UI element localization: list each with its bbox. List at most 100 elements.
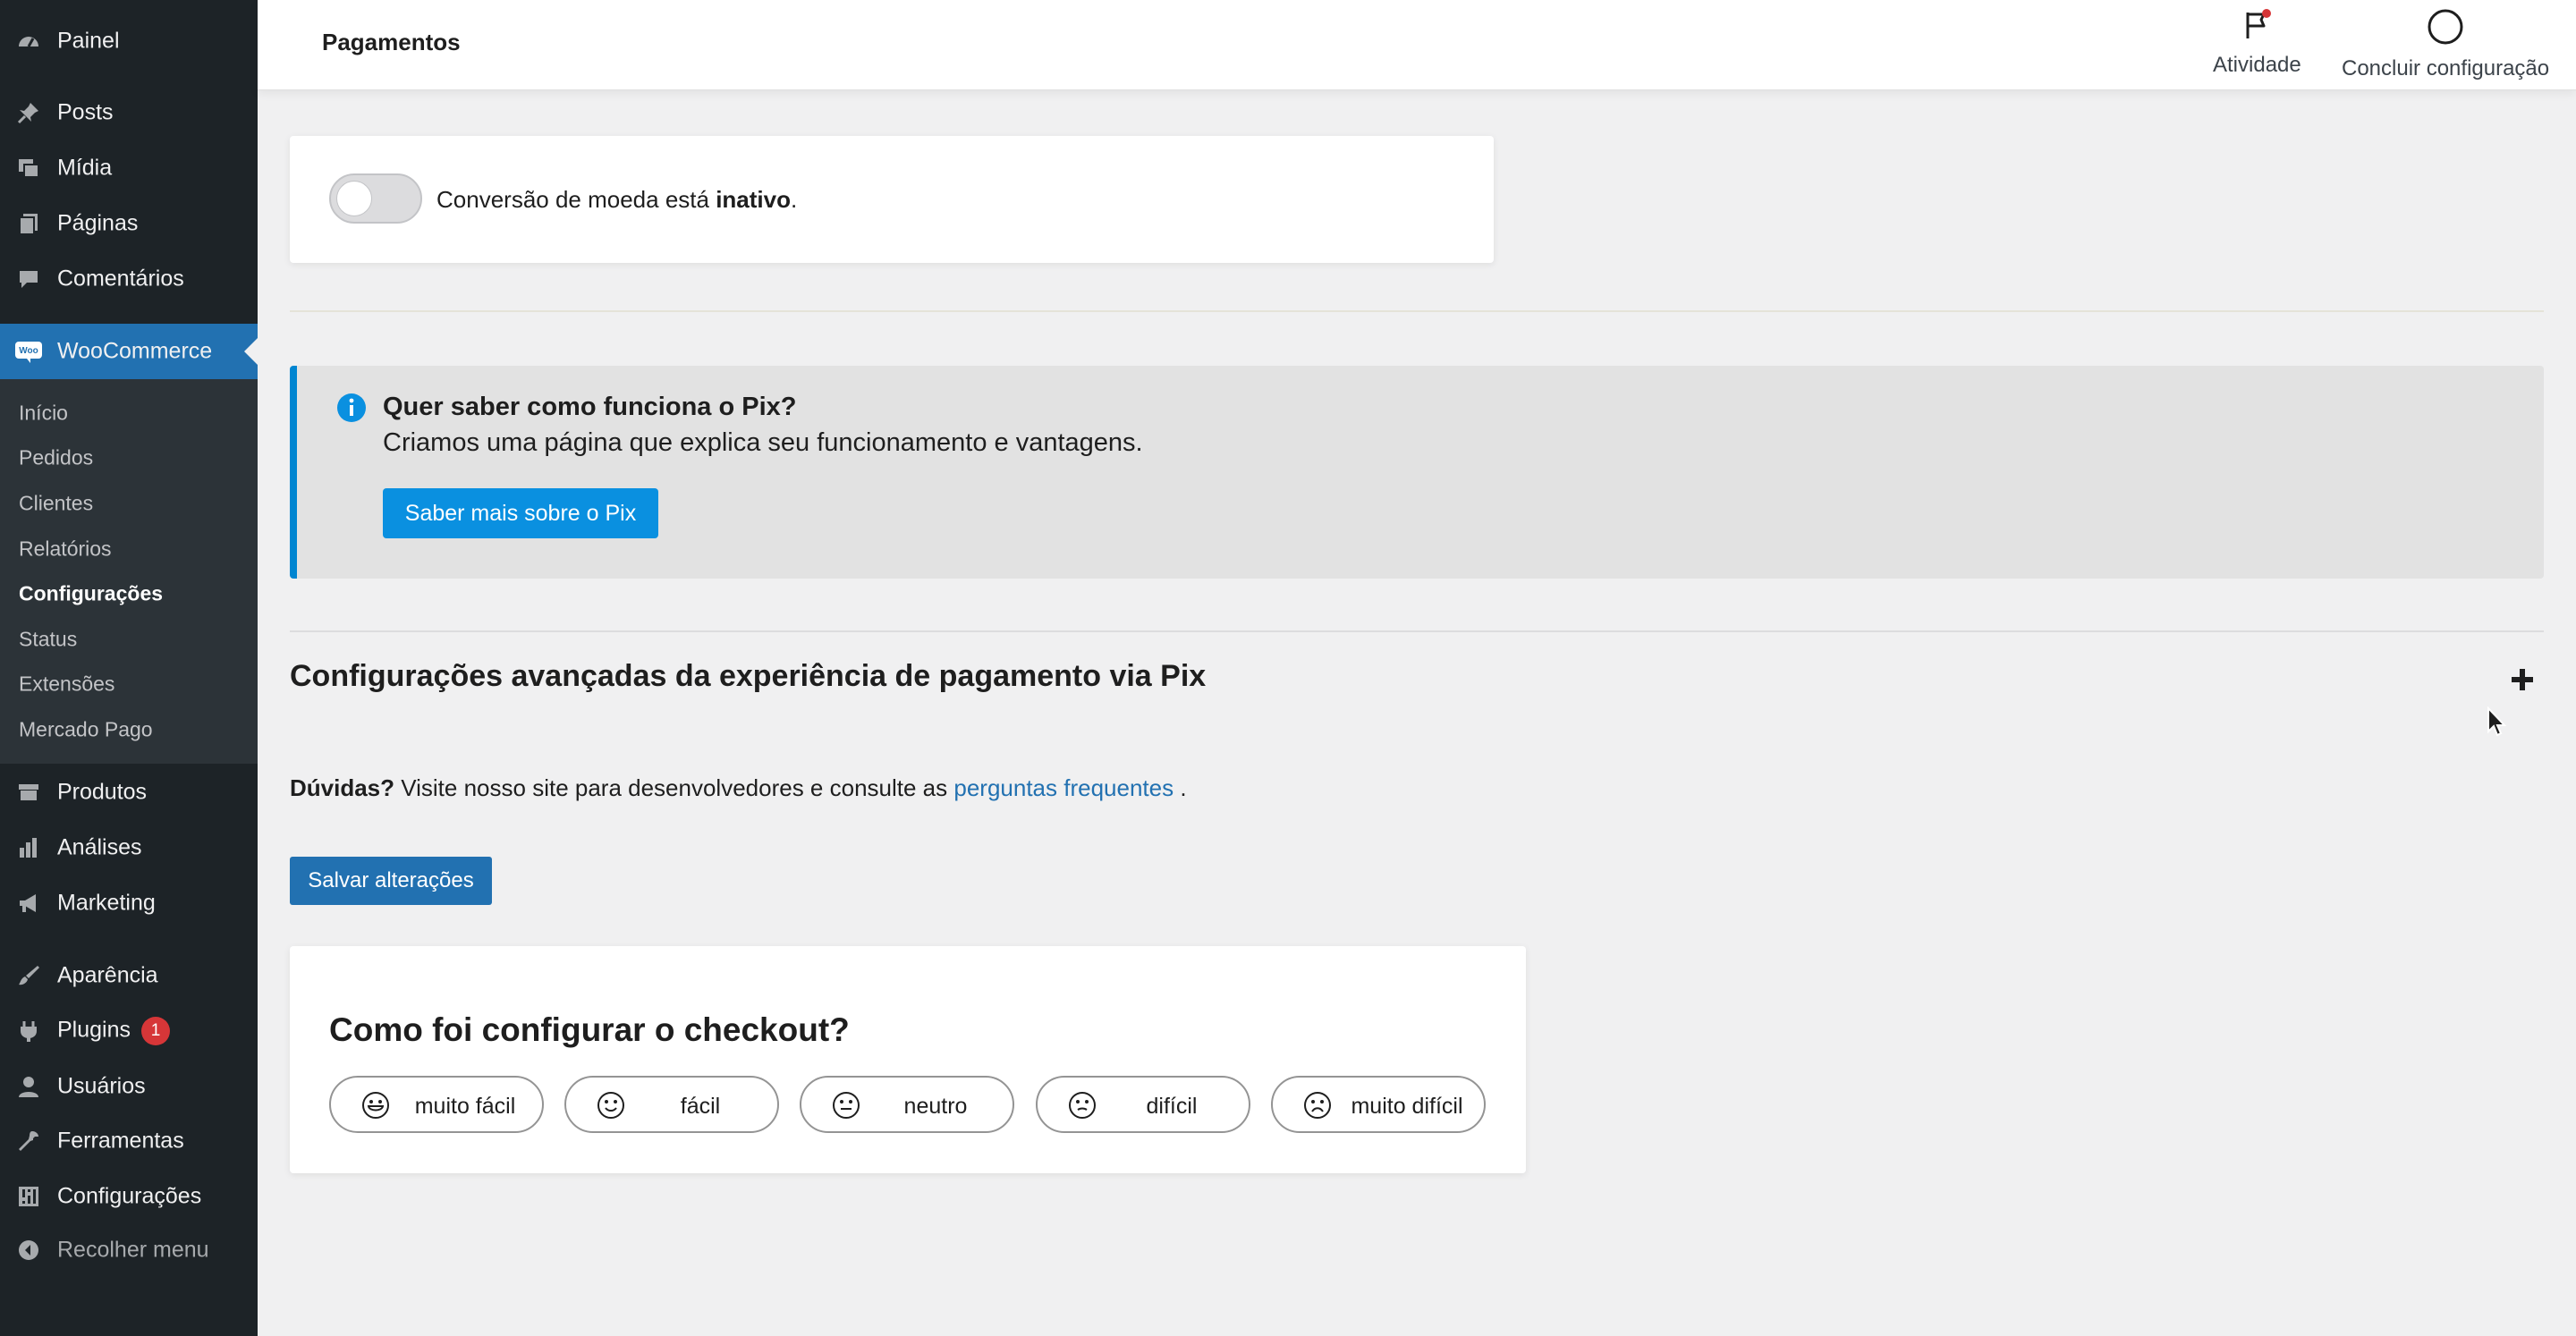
submenu-item-configuracoes[interactable]: Configurações [19, 582, 163, 606]
submenu-item-extensoes[interactable]: Extensões [19, 672, 114, 697]
notice-text: Criamos uma página que explica seu funci… [383, 428, 1143, 457]
currency-conversion-card: Conversão de moeda está inativo. [290, 136, 1494, 263]
activity-label: Atividade [2213, 53, 2301, 77]
page-title: Pagamentos [322, 29, 461, 55]
comments-icon [14, 265, 43, 293]
menu-item-configuracoes[interactable]: Configurações [0, 1173, 258, 1220]
menu-label: Plugins 1 [57, 1017, 170, 1045]
menu-item-midia[interactable]: Mídia [0, 145, 258, 191]
submenu-item-status[interactable]: Status [19, 628, 77, 652]
page-header: Pagamentos Atividade Concluir configuraç… [258, 0, 2576, 90]
submenu-item-clientes[interactable]: Clientes [19, 492, 93, 516]
submenu-item-inicio[interactable]: Início [19, 402, 68, 426]
survey-title: Como foi configurar o checkout? [329, 1011, 850, 1048]
rating-very-easy[interactable]: muito fácil [329, 1076, 544, 1133]
neutral-face-icon [832, 1091, 860, 1120]
activity-button[interactable]: Atividade [2213, 9, 2301, 78]
menu-label: Painel [57, 28, 120, 54]
menu-item-posts[interactable]: Posts [0, 89, 258, 136]
advanced-settings-title[interactable]: Configurações avançadas da experiência d… [290, 659, 1206, 694]
faq-suffix: . [1174, 774, 1187, 801]
menu-label: Aparência [57, 962, 158, 988]
plus-icon[interactable] [2506, 664, 2538, 696]
finish-setup-button[interactable]: Concluir configuração [2342, 9, 2549, 81]
submenu-item-pedidos[interactable]: Pedidos [19, 446, 93, 470]
info-icon [336, 393, 367, 427]
submenu-item-mercado-pago[interactable]: Mercado Pago [19, 718, 153, 742]
menu-item-comentarios[interactable]: Comentários [0, 256, 258, 302]
brush-icon [14, 961, 43, 990]
menu-label: WooCommerce [57, 338, 213, 364]
wrench-icon [14, 1127, 43, 1155]
save-changes-button[interactable]: Salvar alterações [290, 857, 492, 905]
collapse-icon [14, 1236, 43, 1264]
update-count-badge: 1 [141, 1017, 170, 1045]
section-divider [290, 310, 2544, 312]
notice-title: Quer saber como funciona o Pix? [383, 393, 797, 421]
products-icon [14, 778, 43, 807]
collapse-menu-button[interactable]: Recolher menu [0, 1227, 258, 1273]
status-text-suffix: . [791, 186, 798, 213]
flag-icon [2241, 9, 2273, 46]
menu-item-ferramentas[interactable]: Ferramentas [0, 1118, 258, 1164]
pages-icon [14, 209, 43, 238]
menu-label: Produtos [57, 779, 148, 805]
rating-difficult[interactable]: difícil [1036, 1076, 1250, 1133]
progress-circle-icon [2428, 9, 2463, 49]
menu-item-analises[interactable]: Análises [0, 824, 258, 871]
menu-item-marketing[interactable]: Marketing [0, 880, 258, 926]
grinning-face-icon [361, 1091, 390, 1120]
mouse-cursor-icon [2487, 706, 2508, 743]
toggle-knob [336, 181, 372, 216]
faq-bold: Dúvidas? [290, 774, 395, 801]
woocommerce-submenu: Início Pedidos Clientes Relatórios Confi… [0, 379, 258, 764]
faq-link[interactable]: perguntas frequentes [953, 774, 1174, 801]
woocommerce-icon: Woo [14, 337, 43, 366]
menu-item-paginas[interactable]: Páginas [0, 200, 258, 247]
menu-label: Configurações [57, 1183, 202, 1209]
menu-label: Ferramentas [57, 1128, 184, 1154]
menu-label: Usuários [57, 1073, 146, 1099]
rating-very-difficult[interactable]: muito difícil [1271, 1076, 1486, 1133]
menu-item-usuarios[interactable]: Usuários [0, 1063, 258, 1110]
pin-icon [14, 98, 43, 127]
rating-easy[interactable]: fácil [564, 1076, 779, 1133]
media-icon [14, 154, 43, 182]
rating-label: muito fácil [414, 1094, 516, 1119]
analytics-icon [14, 833, 43, 862]
menu-label: Mídia [57, 155, 113, 181]
megaphone-icon [14, 889, 43, 917]
faq-text: Dúvidas? Visite nosso site para desenvol… [290, 774, 1187, 802]
menu-item-produtos[interactable]: Produtos [0, 769, 258, 816]
currency-conversion-status-text: Conversão de moeda está inativo. [436, 186, 797, 214]
dashboard-icon [14, 27, 43, 55]
finish-setup-label: Concluir configuração [2342, 56, 2550, 80]
settings-icon [14, 1182, 43, 1211]
rating-label: fácil [680, 1094, 721, 1119]
slightly-frowning-face-icon [1068, 1091, 1097, 1120]
user-icon [14, 1072, 43, 1101]
plugins-label: Plugins [57, 1017, 131, 1043]
pix-info-notice: Quer saber como funciona o Pix? Criamos … [290, 366, 2544, 579]
status-value: inativo [716, 186, 791, 213]
status-text-prefix: Conversão de moeda está [436, 186, 716, 213]
currency-conversion-toggle[interactable] [329, 173, 422, 224]
menu-item-aparencia[interactable]: Aparência [0, 952, 258, 999]
menu-item-woocommerce[interactable]: Woo WooCommerce [0, 324, 258, 379]
section-divider [290, 630, 2544, 632]
menu-label: Marketing [57, 890, 156, 916]
learn-more-pix-button[interactable]: Saber mais sobre o Pix [383, 488, 658, 538]
frowning-face-icon [1303, 1091, 1332, 1120]
admin-sidebar: Painel Posts Mídia Páginas Comentários W… [0, 0, 258, 1336]
rating-neutral[interactable]: neutro [800, 1076, 1014, 1133]
svg-text:Woo: Woo [19, 346, 38, 356]
checkout-survey-card: Como foi configurar o checkout? muito fá… [290, 946, 1526, 1173]
menu-item-plugins[interactable]: Plugins 1 [0, 1008, 258, 1054]
menu-item-painel[interactable]: Painel [0, 18, 258, 64]
menu-label: Páginas [57, 210, 139, 236]
menu-label: Análises [57, 834, 142, 860]
plugin-icon [14, 1017, 43, 1045]
smiling-face-icon [597, 1091, 625, 1120]
submenu-item-relatorios[interactable]: Relatórios [19, 537, 112, 562]
faq-body: Visite nosso site para desenvolvedores e… [394, 774, 954, 801]
